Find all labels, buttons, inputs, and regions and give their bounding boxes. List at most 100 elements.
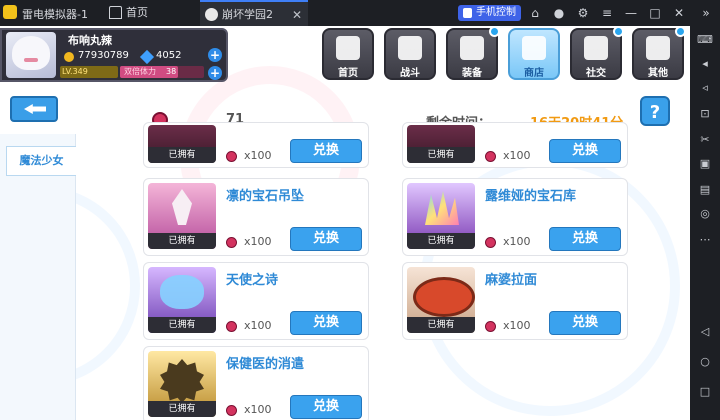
price-gem-icon [226, 405, 237, 416]
stamina-value: 38 [166, 67, 177, 76]
redeem-button[interactable]: 兑换 [290, 227, 362, 251]
price-gem-icon [226, 237, 237, 248]
nav-label: 其他 [648, 68, 668, 79]
menu-icon[interactable]: ≡ [598, 4, 616, 22]
emulator-title-bar: 雷电模拟器-1 首页 崩坏学园2 ✕ 手机控制 ⌂ ● ⚙ ≡ — □ ✕ » [0, 0, 720, 26]
apk-icon[interactable]: ▤ [697, 182, 713, 198]
owned-badge: 已拥有 [407, 317, 475, 333]
item-image: 已拥有 [407, 267, 475, 333]
shop-item-card: 已拥有 麻婆拉面 x100 兑换 [402, 262, 628, 340]
nav-label: 战斗 [400, 68, 420, 79]
more-icon[interactable]: ⋯ [697, 232, 713, 248]
item-price: x100 [244, 319, 272, 332]
nav-other[interactable]: 其他 [632, 26, 686, 80]
price-gem-icon [485, 151, 496, 162]
tab-home-label: 首页 [126, 6, 148, 19]
item-image: 已拥有 [148, 125, 216, 163]
help-button[interactable]: ? [640, 96, 670, 126]
item-image: 已拥有 [407, 183, 475, 249]
close-tab-icon[interactable]: ✕ [292, 2, 302, 28]
item-image: 已拥有 [148, 183, 216, 249]
redeem-button[interactable]: 兑换 [549, 227, 621, 251]
shop-item-card: 已拥有 天使之诗 x100 兑换 [143, 262, 369, 340]
back-icon[interactable]: ◁ [697, 324, 713, 340]
item-name: 天使之诗 [226, 273, 279, 288]
star-icon [460, 36, 484, 60]
item-image: 已拥有 [407, 125, 475, 163]
nav-shop[interactable]: 商店 [508, 28, 560, 80]
coin-count: 77930789 [78, 50, 129, 61]
shop-item-card: 已拥有 凛的宝石吊坠 x100 兑换 [143, 178, 369, 256]
location-icon[interactable]: ◎ [697, 206, 713, 222]
nav-equipment[interactable]: 装备 [446, 26, 500, 80]
phone-control-button[interactable]: 手机控制 [458, 5, 521, 21]
gamepad-icon[interactable]: ⌂ [526, 4, 544, 22]
redeem-button[interactable]: 兑换 [549, 139, 621, 163]
item-name: 麻婆拉面 [485, 273, 538, 288]
stamina-bar: 双倍体力 38 [120, 66, 204, 78]
tab-game[interactable]: 崩坏学园2 ✕ [200, 0, 308, 26]
volume-down-icon[interactable]: ◃ [697, 80, 713, 96]
volume-up-icon[interactable]: ◂ [697, 56, 713, 72]
scissors-icon[interactable]: ✂ [697, 132, 713, 148]
settings-icon[interactable]: ⚙ [574, 4, 592, 22]
category-panel [0, 134, 76, 420]
item-price: x100 [244, 235, 272, 248]
minimize-icon[interactable]: — [622, 4, 640, 22]
item-price: x100 [244, 403, 272, 416]
tab-home[interactable]: 首页 [104, 0, 194, 26]
back-button[interactable] [10, 96, 58, 122]
nav-label: 商店 [524, 68, 544, 79]
fullscreen-icon[interactable]: ⊡ [697, 106, 713, 122]
coin-icon [64, 52, 74, 62]
expand-icon[interactable]: » [697, 4, 715, 22]
emulator-logo-icon [3, 5, 17, 19]
redeem-button[interactable]: 兑换 [290, 139, 362, 163]
keyboard-icon[interactable]: ⌨ [697, 32, 713, 48]
swords-icon [398, 36, 422, 60]
home-circle-icon[interactable]: ○ [697, 354, 713, 370]
add-crystal-button[interactable]: + [208, 48, 222, 62]
price-gem-icon [485, 237, 496, 248]
face-icon [584, 36, 608, 60]
stamina-label: 双倍体力 [124, 67, 156, 76]
nav-battle[interactable]: 战斗 [384, 28, 436, 80]
crystal-count: 4052 [156, 50, 182, 61]
category-tab-magical-girl[interactable]: 魔法少女 [6, 146, 76, 176]
maximize-icon[interactable]: □ [646, 4, 664, 22]
emulator-toolbar: ⌨ ◂ ◃ ⊡ ✂ ▣ ▤ ◎ ⋯ ◁ ○ □ [690, 26, 720, 420]
tab-game-label: 崩坏学园2 [222, 8, 273, 21]
target-icon [646, 36, 670, 60]
basket-icon [522, 36, 546, 60]
owned-badge: 已拥有 [407, 147, 475, 163]
close-window-icon[interactable]: ✕ [670, 4, 688, 22]
nav-social[interactable]: 社交 [570, 26, 624, 80]
owned-badge: 已拥有 [148, 147, 216, 163]
shop-item-card: 已拥有 x100 兑换 [143, 122, 369, 168]
shop-item-card: 已拥有 露维娅的宝石库 x100 兑换 [402, 178, 628, 256]
recent-apps-icon[interactable]: □ [697, 384, 713, 400]
screenshot-icon[interactable]: ▣ [697, 156, 713, 172]
user-icon[interactable]: ● [550, 4, 568, 22]
redeem-button[interactable]: 兑换 [290, 395, 362, 419]
owned-badge: 已拥有 [148, 317, 216, 333]
avatar[interactable] [6, 32, 56, 78]
emulator-app-title: 雷电模拟器-1 [22, 8, 88, 21]
game-icon [205, 8, 218, 21]
owned-badge: 已拥有 [148, 401, 216, 417]
redeem-button[interactable]: 兑换 [290, 311, 362, 335]
notification-dot [613, 26, 624, 37]
item-image: 已拥有 [148, 267, 216, 333]
price-gem-icon [226, 151, 237, 162]
price-gem-icon [485, 321, 496, 332]
player-profile[interactable]: 布响丸辣 77930789 4052 + LV.349 双倍体力 38 + [0, 28, 228, 82]
item-name: 保健医的消遣 [226, 357, 305, 372]
redeem-button[interactable]: 兑换 [549, 311, 621, 335]
item-image: 已拥有 [148, 351, 216, 417]
notification-dot [675, 26, 686, 37]
player-level: LV.349 [60, 66, 118, 78]
crystal-icon [139, 49, 155, 65]
item-name: 露维娅的宝石库 [485, 189, 577, 204]
add-stamina-button[interactable]: + [208, 66, 222, 80]
nav-home[interactable]: 首页 [322, 28, 374, 80]
